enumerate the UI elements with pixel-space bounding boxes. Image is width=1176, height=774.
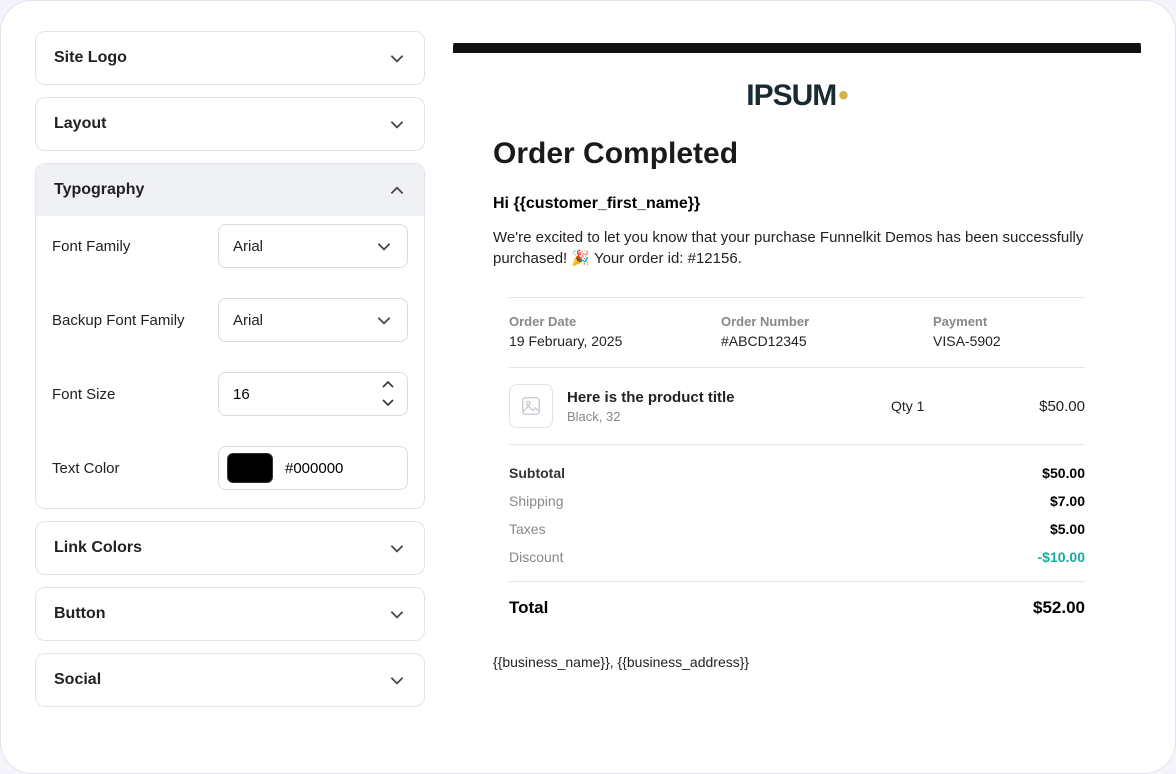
greeting: Hi {{customer_first_name}} [493, 195, 1101, 213]
panel-label: Link Colors [54, 539, 142, 557]
font-size-stepper[interactable]: 16 [218, 372, 408, 416]
field-font-size: Font Size 16 [52, 372, 408, 416]
email-topbar [453, 43, 1141, 53]
text-color-input[interactable]: #000000 [218, 446, 408, 490]
image-placeholder-icon [509, 384, 553, 428]
order-number-label: Order Number [721, 314, 873, 329]
panel-link-colors[interactable]: Link Colors [35, 521, 425, 575]
stepper-down-icon[interactable] [381, 394, 395, 411]
product-title: Here is the product title [567, 389, 877, 406]
order-date-value: 19 February, 2025 [509, 333, 661, 349]
backup-font-label: Backup Font Family [52, 312, 185, 329]
field-backup-font: Backup Font Family Arial [52, 298, 408, 342]
order-number-value: #ABCD12345 [721, 333, 873, 349]
panel-site-logo[interactable]: Site Logo [35, 31, 425, 85]
preview-pane: IPSUM• Order Completed Hi {{customer_fir… [453, 31, 1141, 743]
email-card: IPSUM• Order Completed Hi {{customer_fir… [453, 31, 1141, 743]
chevron-down-icon [388, 49, 406, 67]
panel-typography-header[interactable]: Typography [36, 164, 424, 216]
panel-typography: Typography Font Family Arial Back [35, 163, 425, 509]
product-row: Here is the product title Black, 32 Qty … [509, 367, 1085, 444]
app-frame: Site Logo Layout Typography [0, 0, 1176, 774]
shipping-label: Shipping [509, 493, 564, 509]
payment-value: VISA-5902 [933, 333, 1085, 349]
backup-font-select[interactable]: Arial [218, 298, 408, 342]
site-logo: IPSUM• [493, 79, 1101, 113]
order-totals: Subtotal $50.00 Shipping $7.00 Taxes $5.… [509, 444, 1085, 571]
total-label: Total [509, 598, 548, 618]
color-value: #000000 [285, 460, 343, 477]
panel-label: Button [54, 605, 106, 623]
page-title: Order Completed [493, 137, 1101, 171]
subtotal-value: $50.00 [1042, 465, 1085, 481]
taxes-label: Taxes [509, 521, 546, 537]
shipping-value: $7.00 [1050, 493, 1085, 509]
logo-text: IPSUM [746, 79, 836, 113]
stepper-up-icon[interactable] [381, 377, 395, 394]
sidebar: Site Logo Layout Typography [35, 31, 425, 743]
order-details: Order Date 19 February, 2025 Order Numbe… [493, 297, 1101, 634]
chevron-down-icon [375, 311, 393, 329]
font-size-label: Font Size [52, 386, 115, 403]
stepper-value: 16 [233, 386, 381, 403]
panel-typography-body: Font Family Arial Backup Font Family Ari… [36, 216, 424, 508]
chevron-down-icon [375, 237, 393, 255]
grand-total: Total $52.00 [509, 581, 1085, 634]
email-footer: {{business_name}}, {{business_address}} [493, 654, 1101, 670]
field-text-color: Text Color #000000 [52, 446, 408, 490]
panel-button[interactable]: Button [35, 587, 425, 641]
chevron-down-icon [388, 671, 406, 689]
text-color-label: Text Color [52, 460, 120, 477]
font-family-label: Font Family [52, 238, 130, 255]
select-value: Arial [233, 312, 263, 329]
panel-social[interactable]: Social [35, 653, 425, 707]
panel-label: Social [54, 671, 101, 689]
select-value: Arial [233, 238, 263, 255]
field-font-family: Font Family Arial [52, 224, 408, 268]
order-meta: Order Date 19 February, 2025 Order Numbe… [509, 297, 1085, 367]
order-date-label: Order Date [509, 314, 661, 329]
intro-text: We're excited to let you know that your … [493, 227, 1101, 269]
discount-value: -$10.00 [1038, 549, 1085, 565]
discount-label: Discount [509, 549, 563, 565]
total-value: $52.00 [1033, 598, 1085, 618]
panel-label: Site Logo [54, 49, 127, 67]
panel-layout[interactable]: Layout [35, 97, 425, 151]
payment-label: Payment [933, 314, 1085, 329]
product-qty: Qty 1 [891, 398, 991, 414]
taxes-value: $5.00 [1050, 521, 1085, 537]
chevron-up-icon [388, 181, 406, 199]
product-price: $50.00 [1005, 398, 1085, 415]
chevron-down-icon [388, 539, 406, 557]
chevron-down-icon [388, 605, 406, 623]
product-variant: Black, 32 [567, 409, 877, 424]
color-swatch [227, 453, 273, 483]
panel-label: Layout [54, 115, 106, 133]
chevron-down-icon [388, 115, 406, 133]
panel-label: Typography [54, 181, 144, 199]
font-family-select[interactable]: Arial [218, 224, 408, 268]
subtotal-label: Subtotal [509, 465, 565, 481]
